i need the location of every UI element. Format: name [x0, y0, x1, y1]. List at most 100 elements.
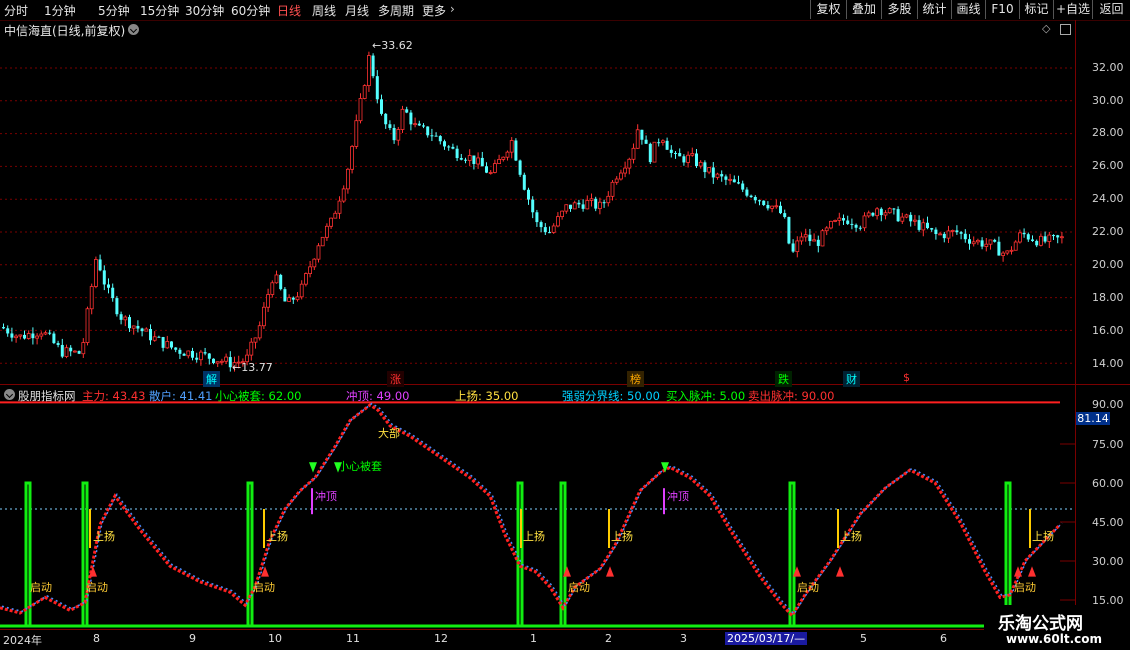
candle — [434, 132, 438, 137]
overlay-button[interactable]: 叠加 — [846, 0, 881, 19]
candle — [312, 258, 317, 271]
add-watchlist-button[interactable]: +自选 — [1053, 0, 1092, 19]
tab-5min[interactable]: 5分钟 — [98, 2, 130, 19]
signal-tag-zhang[interactable]: 涨 — [387, 371, 404, 387]
indicator-menu-icon[interactable] — [4, 389, 15, 400]
indicator-chart — [0, 401, 1075, 628]
stats-button[interactable]: 统计 — [917, 0, 951, 19]
candle — [711, 162, 715, 184]
candle — [866, 210, 871, 218]
candle — [464, 157, 467, 164]
tab-weekly[interactable]: 周线 — [312, 2, 336, 19]
candle — [426, 126, 430, 138]
candle — [695, 149, 698, 168]
candle — [1005, 250, 1010, 256]
candle — [77, 350, 81, 355]
signal-tag-bang[interactable]: 榜 — [627, 371, 644, 387]
candle — [1039, 233, 1043, 247]
candle — [614, 176, 619, 185]
ind-tick-90: 90.00 — [1092, 398, 1124, 411]
y-tick-32: 32.00 — [1092, 61, 1124, 74]
signal-tag-die[interactable]: 跌 — [775, 371, 792, 387]
chevron-right-icon[interactable]: › — [450, 2, 455, 16]
candlestick-chart — [0, 51, 1075, 372]
candle — [581, 199, 585, 212]
candle — [703, 160, 707, 179]
tab-60min[interactable]: 60分钟 — [231, 2, 270, 19]
candle — [350, 144, 355, 174]
f10-button[interactable]: F10 — [985, 0, 1019, 19]
candle — [287, 294, 292, 302]
candle — [149, 324, 152, 345]
candle — [988, 239, 993, 250]
tab-monthly[interactable]: 月线 — [345, 2, 369, 19]
candle — [997, 236, 1001, 256]
y-tick-22: 22.00 — [1092, 225, 1124, 238]
candle — [984, 238, 989, 252]
candle — [724, 174, 728, 186]
up-arrow-icon — [1028, 566, 1036, 577]
candle — [26, 330, 31, 340]
candle — [959, 230, 963, 240]
candle — [324, 223, 329, 241]
tab-more[interactable]: 更多 — [422, 2, 446, 19]
candle — [522, 172, 526, 191]
candle — [803, 228, 808, 242]
candle — [913, 214, 917, 226]
candle — [564, 204, 569, 214]
candle — [1043, 231, 1047, 244]
candle — [824, 226, 829, 236]
draw-line-button[interactable]: 画线 — [951, 0, 985, 19]
candle — [623, 161, 627, 178]
candle — [589, 193, 594, 207]
candle — [560, 210, 564, 220]
main-force-line — [0, 403, 1062, 619]
candle — [518, 159, 522, 177]
candle — [640, 129, 644, 145]
candle — [1013, 240, 1018, 251]
tab-fenshi[interactable]: 分时 — [4, 2, 28, 19]
signal-tag-dollar[interactable]: $ — [900, 371, 913, 384]
tab-30min[interactable]: 30分钟 — [185, 2, 224, 19]
candle — [14, 334, 19, 343]
candle — [904, 213, 909, 219]
signal-tag-cai[interactable]: 财 — [843, 371, 860, 387]
candle — [443, 139, 446, 150]
candle — [472, 155, 476, 170]
candle — [186, 350, 191, 359]
annot-start-5: 启动 — [797, 581, 819, 594]
candle — [1052, 234, 1055, 240]
candle — [1022, 228, 1026, 238]
candle — [52, 331, 56, 345]
tab-daily[interactable]: 日线 — [277, 2, 301, 19]
down-arrow-icon — [309, 462, 317, 473]
candle — [791, 239, 795, 253]
candle — [842, 214, 845, 225]
candle — [219, 358, 224, 366]
candle — [741, 180, 745, 193]
tab-multi-period[interactable]: 多周期 — [378, 2, 414, 19]
candle — [762, 200, 766, 207]
candle — [669, 145, 673, 158]
candle — [737, 175, 740, 185]
candle — [749, 194, 753, 198]
candle — [921, 218, 926, 237]
candle — [812, 233, 816, 242]
candle — [107, 278, 110, 294]
candle — [631, 143, 636, 164]
candle — [720, 170, 724, 182]
mark-button[interactable]: 标记 — [1019, 0, 1053, 19]
multi-stock-button[interactable]: 多股 — [881, 0, 917, 19]
candle — [745, 187, 749, 198]
back-button[interactable]: 返回 — [1092, 0, 1130, 19]
tab-15min[interactable]: 15分钟 — [140, 2, 179, 19]
buy-pulse-spike — [246, 481, 254, 626]
signal-tag-jie[interactable]: 解 — [203, 371, 220, 387]
candle — [417, 120, 421, 126]
candle — [480, 151, 484, 167]
candle — [152, 331, 157, 342]
fuquan-button[interactable]: 复权 — [810, 0, 846, 19]
candle — [308, 260, 313, 278]
x-label-aug: 8 — [93, 632, 100, 645]
tab-1min[interactable]: 1分钟 — [44, 2, 76, 19]
